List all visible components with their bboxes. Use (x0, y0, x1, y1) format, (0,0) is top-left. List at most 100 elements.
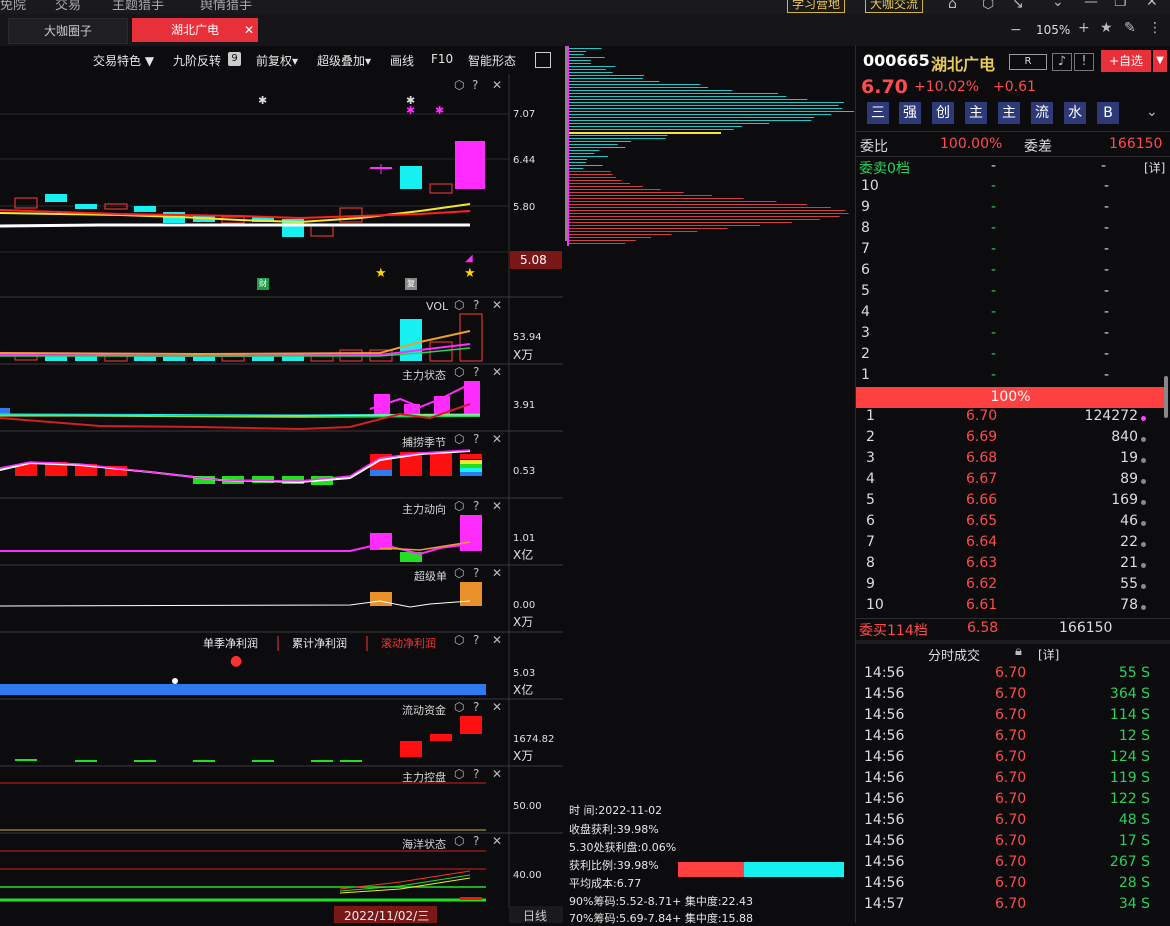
close-icon[interactable]: ✕ (492, 298, 502, 312)
settings-icon[interactable]: ⬡ (454, 298, 464, 312)
tag-button[interactable]: 水 (1064, 102, 1086, 124)
chevron-down-icon[interactable]: ⌄ (1052, 0, 1064, 10)
trades-detail-link[interactable]: [详] (1038, 646, 1059, 663)
f10-button[interactable]: F10 (431, 52, 453, 66)
sell-level-row[interactable]: 6 - - (856, 262, 1166, 283)
buy-level-row[interactable]: 2 6.69 840 (856, 429, 1166, 450)
help-icon[interactable]: ? (473, 298, 479, 312)
close-icon[interactable]: ✕ (492, 432, 502, 446)
lock-icon[interactable]: 🔒︎ (1015, 644, 1022, 659)
expert-chat-button[interactable]: 大咖交流 (865, 0, 924, 13)
zoom-out-icon[interactable]: − (1010, 22, 1022, 38)
sell-detail-link[interactable]: [详] (1144, 159, 1165, 176)
smart-pattern-button[interactable]: 智能形态 (468, 52, 516, 69)
settings-icon[interactable]: ⬡ (454, 566, 464, 580)
period-button[interactable]: 日线 (523, 907, 547, 924)
menu-item[interactable]: 主题猎手 (112, 0, 164, 13)
settings-icon[interactable]: ⬡ (454, 700, 464, 714)
sell-level-row[interactable]: 7 - - (856, 241, 1166, 262)
buy-level-row[interactable]: 7 6.64 22 (856, 534, 1166, 555)
tag-button[interactable]: 主 (965, 102, 987, 124)
tag-button[interactable]: 强 (899, 102, 921, 124)
close-icon[interactable]: ✕ (1146, 0, 1158, 10)
close-icon[interactable]: ✕ (492, 365, 502, 379)
overlay-button[interactable]: 超级叠加▾ (317, 52, 371, 69)
help-icon[interactable]: ? (473, 499, 479, 513)
settings-icon[interactable]: ⬡ (454, 432, 464, 446)
help-icon[interactable]: ? (473, 633, 479, 647)
settings-icon[interactable]: ⬡ (982, 0, 994, 12)
expand-icon[interactable]: ⌄ (1146, 104, 1158, 120)
nine-reversal-button[interactable]: 九阶反转 (173, 52, 221, 69)
legend-rolling-profit[interactable]: 滚动净利润 (381, 635, 436, 651)
help-icon[interactable]: ? (473, 432, 479, 446)
chevron-down-icon[interactable]: ▼ (1153, 50, 1167, 72)
restore-badge[interactable]: 复 (405, 278, 417, 290)
menu-item[interactable]: 免院 (0, 0, 26, 13)
adjust-button[interactable]: 前复权▾ (256, 52, 298, 69)
close-icon[interactable]: ✕ (492, 700, 502, 714)
tag-button[interactable]: 创 (932, 102, 954, 124)
add-watchlist-button[interactable]: +自选 (1101, 50, 1151, 72)
close-icon[interactable]: ✕ (492, 499, 502, 513)
help-icon[interactable]: ? (472, 78, 478, 92)
shrink-icon[interactable]: ↘ (1012, 0, 1024, 12)
help-icon[interactable]: ? (473, 767, 479, 781)
learn-camp-button[interactable]: 学习营地 (787, 0, 846, 13)
settings-icon[interactable]: ⬡ (454, 78, 464, 92)
sell-level-row[interactable]: 10 - - (856, 178, 1166, 199)
sell-level-row[interactable]: 4 - - (856, 304, 1166, 325)
sell-level-row[interactable]: 2 - - (856, 346, 1166, 367)
layout-toggle-icon[interactable] (535, 52, 551, 68)
menu-item[interactable]: 交易 (55, 0, 81, 13)
buy-level-row[interactable]: 8 6.63 21 (856, 555, 1166, 576)
close-icon[interactable]: ✕ (492, 566, 502, 580)
sell-level-row[interactable]: 8 - - (856, 220, 1166, 241)
buy-level-row[interactable]: 3 6.68 19 (856, 450, 1166, 471)
settings-icon[interactable]: ⬡ (454, 365, 464, 379)
tag-button[interactable]: 流 (1031, 102, 1053, 124)
user-icon[interactable]: ⌂ (948, 0, 957, 12)
star-icon[interactable]: ★ (1100, 20, 1113, 36)
finance-badge[interactable]: 财 (257, 278, 269, 290)
close-icon[interactable]: ✕ (492, 767, 502, 781)
menu-item[interactable]: 舆情猎手 (200, 0, 252, 13)
settings-icon[interactable]: ⬡ (454, 767, 464, 781)
help-icon[interactable]: ? (473, 566, 479, 580)
close-icon[interactable]: ✕ (492, 834, 502, 848)
tab-hubei-guangdian[interactable]: 湖北广电 ✕ (132, 18, 258, 42)
help-icon[interactable]: ? (473, 834, 479, 848)
bell-icon[interactable]: ♪ (1052, 53, 1072, 71)
tab-close-icon[interactable]: ✕ (244, 18, 254, 42)
alert-icon[interactable]: ! (1074, 53, 1094, 71)
minimize-icon[interactable]: — (1084, 0, 1098, 10)
buy-level-row[interactable]: 1 6.70 124272 (856, 408, 1166, 429)
tag-button[interactable]: 主 (998, 102, 1020, 124)
buy-level-row[interactable]: 6 6.65 46 (856, 513, 1166, 534)
tab-daka[interactable]: 大咖圈子 (8, 18, 128, 44)
sell-level-row[interactable]: 3 - - (856, 325, 1166, 346)
close-icon[interactable]: ✕ (492, 78, 502, 92)
pen-icon[interactable]: ✎ (1124, 20, 1136, 36)
settings-icon[interactable]: ⬡ (454, 834, 464, 848)
legend-cumulative-profit[interactable]: 累计净利润 (292, 635, 347, 651)
more-icon[interactable]: ⋮ (1148, 20, 1162, 36)
help-icon[interactable]: ? (473, 700, 479, 714)
settings-icon[interactable]: ⬡ (454, 499, 464, 513)
close-icon[interactable]: ✕ (492, 633, 502, 647)
legend-quarter-profit[interactable]: 单季净利润 (203, 635, 258, 651)
zoom-in-icon[interactable]: + (1078, 20, 1090, 36)
buy-level-row[interactable]: 5 6.66 169 (856, 492, 1166, 513)
sell-level-row[interactable]: 1 - - (856, 367, 1166, 388)
draw-line-button[interactable]: 画线 (390, 52, 414, 69)
sell-level-row[interactable]: 5 - - (856, 283, 1166, 304)
buy-level-row[interactable]: 4 6.67 89 (856, 471, 1166, 492)
buy-level-row[interactable]: 10 6.61 78 (856, 597, 1166, 618)
tag-button[interactable]: B (1097, 102, 1119, 124)
settings-icon[interactable]: ⬡ (454, 633, 464, 647)
tag-button[interactable]: 三 (867, 102, 889, 124)
restore-icon[interactable]: ❐ (1114, 0, 1127, 10)
buy-level-row[interactable]: 9 6.62 55 (856, 576, 1166, 597)
sell-level-row[interactable]: 9 - - (856, 199, 1166, 220)
help-icon[interactable]: ? (473, 365, 479, 379)
